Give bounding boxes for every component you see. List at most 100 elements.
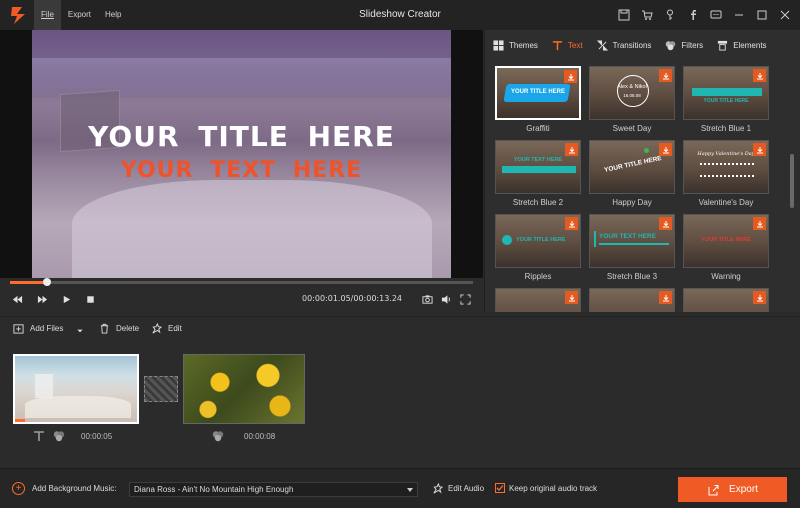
stretch-blue-3-thumb-text: YOUR TEXT HERE: [599, 233, 657, 240]
app-logo-icon: [11, 7, 25, 24]
menu-file[interactable]: File: [34, 0, 61, 30]
sweet-day-names: Alex & Nikol: [617, 84, 647, 90]
fullscreen-button[interactable]: [456, 289, 474, 309]
music-select[interactable]: Diana Ross - Ain't No Mountain High Enou…: [129, 482, 418, 497]
video-preview[interactable]: YOUR TITLE HERE YOUR TEXT HERE: [0, 30, 483, 278]
themes-icon: [493, 39, 504, 51]
add-files-button[interactable]: Add Files: [13, 323, 63, 334]
menu-export[interactable]: Export: [61, 0, 98, 30]
feedback-icon[interactable]: [705, 4, 727, 26]
clip-1-duration: 00:00:05: [81, 431, 113, 441]
tab-filters[interactable]: Filters: [665, 30, 703, 60]
tab-transitions[interactable]: Transitions: [596, 30, 651, 60]
template-label: Valentine's Day: [698, 198, 754, 207]
template-thumb: [495, 288, 581, 312]
menu-bar: File Export Help: [34, 0, 128, 30]
tab-themes[interactable]: Themes: [493, 30, 538, 60]
template-thumb: [589, 288, 675, 312]
graffiti-thumb-text: YOUR TITLE HERE: [510, 89, 565, 95]
download-icon[interactable]: [753, 217, 766, 230]
facebook-icon[interactable]: [682, 4, 704, 26]
add-files-dropdown[interactable]: [76, 327, 90, 335]
key-icon[interactable]: [659, 4, 681, 26]
download-icon[interactable]: [564, 70, 577, 83]
filters-icon[interactable]: [53, 430, 65, 442]
tab-text[interactable]: Text: [552, 30, 583, 60]
download-icon[interactable]: [659, 69, 672, 82]
edit-star-icon: [152, 323, 162, 334]
add-background-music[interactable]: + Add Background Music:: [12, 482, 117, 495]
preview-title-text[interactable]: YOUR TITLE HERE: [32, 120, 451, 153]
chevron-down-icon: [407, 488, 413, 492]
stop-button[interactable]: [81, 289, 99, 309]
clip-beach[interactable]: [13, 354, 139, 424]
export-button[interactable]: Export: [678, 477, 787, 502]
keep-audio-toggle[interactable]: Keep original audio track: [495, 483, 597, 493]
save-icon[interactable]: [613, 4, 635, 26]
template-thumb: YOUR TITLE HERE: [495, 214, 581, 268]
download-icon[interactable]: [565, 143, 578, 156]
template-label: Stretch Blue 3: [606, 272, 658, 281]
filters-icon[interactable]: [212, 430, 224, 442]
chevron-down-icon: [77, 329, 83, 333]
transitions-icon: [596, 39, 608, 51]
transition-slot[interactable]: [144, 376, 178, 402]
download-icon[interactable]: [753, 143, 766, 156]
text-template-grid: YOUR TITLE HERE Graffiti Alex & Nikol 16…: [495, 66, 775, 312]
preview-subtitle-text[interactable]: YOUR TEXT HERE: [32, 158, 451, 183]
playback-time: 00:00:01.05/00:00:13.24: [302, 294, 402, 303]
template-label: Stretch Blue 1: [700, 124, 752, 133]
text-icon[interactable]: [33, 430, 45, 442]
download-icon[interactable]: [753, 291, 766, 304]
template-label: Graffiti: [526, 124, 550, 133]
sweet-day-date: 16.08.08: [623, 93, 641, 98]
check-icon: [496, 485, 504, 491]
download-icon[interactable]: [565, 291, 578, 304]
download-icon[interactable]: [659, 143, 672, 156]
edit-button[interactable]: Edit: [151, 323, 182, 334]
tab-elements[interactable]: Elements: [717, 30, 767, 60]
keep-audio-checkbox[interactable]: [495, 483, 505, 493]
elements-icon: [718, 40, 728, 51]
clip-2-duration: 00:00:08: [244, 431, 276, 441]
trash-icon: [100, 323, 109, 334]
add-files-icon: [13, 324, 24, 334]
stretch-blue-1-thumb-text: YOUR TITLE HERE: [703, 98, 749, 104]
template-scrollbar[interactable]: [790, 154, 794, 208]
rewind-button[interactable]: [8, 289, 26, 309]
progress-handle[interactable]: [43, 278, 52, 286]
cart-icon[interactable]: [636, 4, 658, 26]
progress-fill: [10, 281, 48, 284]
template-thumb: YOUR TITLE HERE: [495, 66, 581, 120]
template-thumb: YOUR TITLE HERE: [683, 66, 769, 120]
edit-audio-button[interactable]: Edit Audio: [432, 483, 484, 494]
template-thumb: YOUR TEXT HERE: [495, 140, 581, 194]
download-icon[interactable]: [565, 217, 578, 230]
download-icon[interactable]: [659, 217, 672, 230]
volume-button[interactable]: [437, 289, 455, 309]
menu-help[interactable]: Help: [98, 0, 128, 30]
close-icon[interactable]: [774, 4, 796, 26]
delete-button[interactable]: Delete: [99, 323, 139, 334]
download-icon[interactable]: [659, 291, 672, 304]
playback-progress[interactable]: [10, 278, 473, 286]
snapshot-button[interactable]: [418, 289, 436, 309]
ripples-thumb-text: YOUR TITLE HERE: [516, 237, 566, 243]
clip-1-meta: 00:00:05: [33, 430, 112, 442]
warning-thumb-text: YOUR TITLE HERE: [701, 237, 751, 243]
play-button[interactable]: [57, 289, 75, 309]
happy-day-thumb-text: YOUR TITLE HERE: [603, 154, 663, 175]
maximize-icon[interactable]: [751, 4, 773, 26]
stretch-blue-2-thumb-text: YOUR TEXT HERE: [513, 157, 563, 163]
clip-progress: [15, 419, 25, 422]
minimize-icon[interactable]: [728, 4, 750, 26]
playback-controls: 00:00:01.05/00:00:13.24: [0, 289, 483, 309]
template-label: Ripples: [524, 272, 552, 281]
media-toolbar: Add Files Delete Edit: [0, 316, 800, 342]
storyboard-timeline: 00:00:05 00:00:08: [0, 344, 800, 466]
download-icon[interactable]: [753, 69, 766, 82]
filters-icon: [666, 40, 676, 50]
fast-forward-button[interactable]: [33, 289, 51, 309]
template-thumb: YOUR TEXT HERE: [589, 214, 675, 268]
clip-sunflowers[interactable]: [183, 354, 305, 424]
